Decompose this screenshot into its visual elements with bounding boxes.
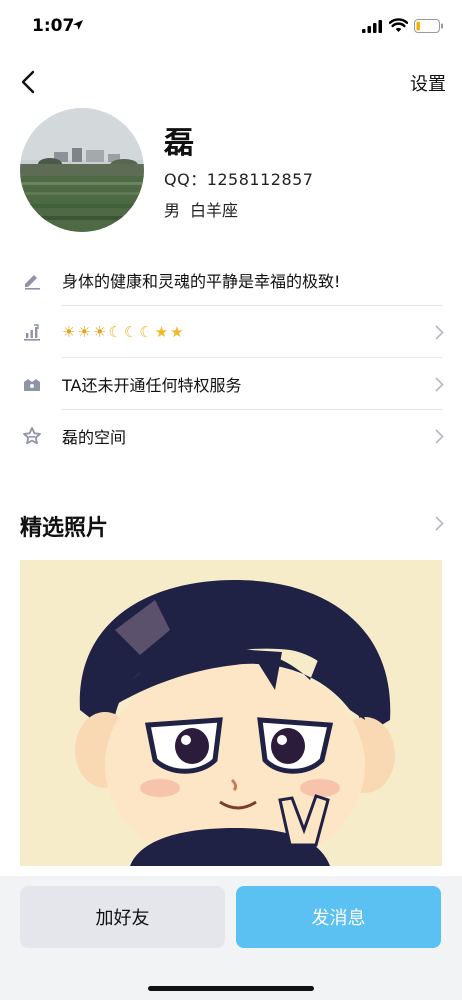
photos-title: 精选照片	[20, 516, 109, 541]
back-button[interactable]	[14, 68, 42, 96]
battery-icon	[414, 19, 443, 33]
star-badge-icon: ★	[170, 323, 184, 341]
signature-text: 身体的健康和灵魂的平静是幸福的极致!	[62, 272, 341, 291]
location-arrow-icon	[73, 20, 83, 30]
signature-row[interactable]: 身体的健康和灵魂的平静是幸福的极致!	[0, 254, 462, 306]
qzone-text: 磊的空间	[62, 428, 127, 447]
gender-zodiac: 男白羊座	[164, 197, 248, 221]
chevron-right-icon	[435, 429, 444, 444]
bottom-action-bar: 加好友 发消息	[0, 876, 462, 1000]
send-message-button[interactable]: 发消息	[236, 886, 441, 948]
photos-header[interactable]: 精选照片	[0, 506, 462, 546]
home-indicator[interactable]	[148, 986, 314, 991]
sun-badge-icon: ☀	[62, 323, 76, 341]
settings-button[interactable]: 设置	[410, 70, 446, 96]
level-chart-icon	[24, 324, 40, 341]
nickname: 磊	[164, 126, 194, 161]
crown-icon	[24, 379, 40, 391]
signal-icon	[362, 20, 382, 33]
profile-header: 磊 QQ：1258112857 男白羊座	[0, 108, 462, 238]
qq-number: QQ：1258112857	[164, 170, 314, 189]
zodiac-text: 白羊座	[190, 201, 239, 220]
privilege-row[interactable]: TA还未开通任何特权服务	[0, 358, 462, 410]
avatar[interactable]	[20, 108, 144, 232]
chevron-right-icon	[435, 516, 444, 531]
moon-badge-icon: ☾	[108, 323, 122, 341]
qzone-row[interactable]: 磊的空间	[0, 410, 462, 462]
cartoon-boy-image	[20, 560, 442, 866]
moon-badge-icon: ☾	[123, 323, 138, 341]
star-icon	[23, 427, 41, 445]
add-friend-button[interactable]: 加好友	[20, 886, 225, 948]
info-list: 身体的健康和灵魂的平静是幸福的极致! ☀ ☀ ☀ ☾ ☾ ☾ ★ ★ TA还未开…	[0, 254, 462, 462]
chevron-right-icon	[435, 325, 444, 340]
avatar-landscape-image	[20, 108, 144, 232]
chevron-right-icon	[435, 377, 444, 392]
nav-bar: 设置	[0, 60, 462, 104]
level-row[interactable]: ☀ ☀ ☀ ☾ ☾ ☾ ★ ★	[0, 306, 462, 358]
gender-text: 男	[164, 201, 181, 220]
privilege-text: TA还未开通任何特权服务	[62, 376, 242, 395]
chevron-left-icon	[21, 70, 35, 94]
status-bar: 1:07	[0, 0, 462, 56]
sun-badge-icon: ☀	[92, 323, 107, 341]
level-badges: ☀ ☀ ☀ ☾ ☾ ☾ ★ ★	[62, 324, 184, 340]
featured-photo[interactable]	[20, 560, 442, 866]
wifi-icon	[389, 18, 408, 32]
moon-badge-icon: ☾	[139, 323, 153, 341]
star-badge-icon: ★	[154, 323, 169, 341]
sun-badge-icon: ☀	[77, 323, 91, 341]
pencil-icon	[25, 275, 40, 290]
status-time: 1:07	[32, 16, 75, 36]
